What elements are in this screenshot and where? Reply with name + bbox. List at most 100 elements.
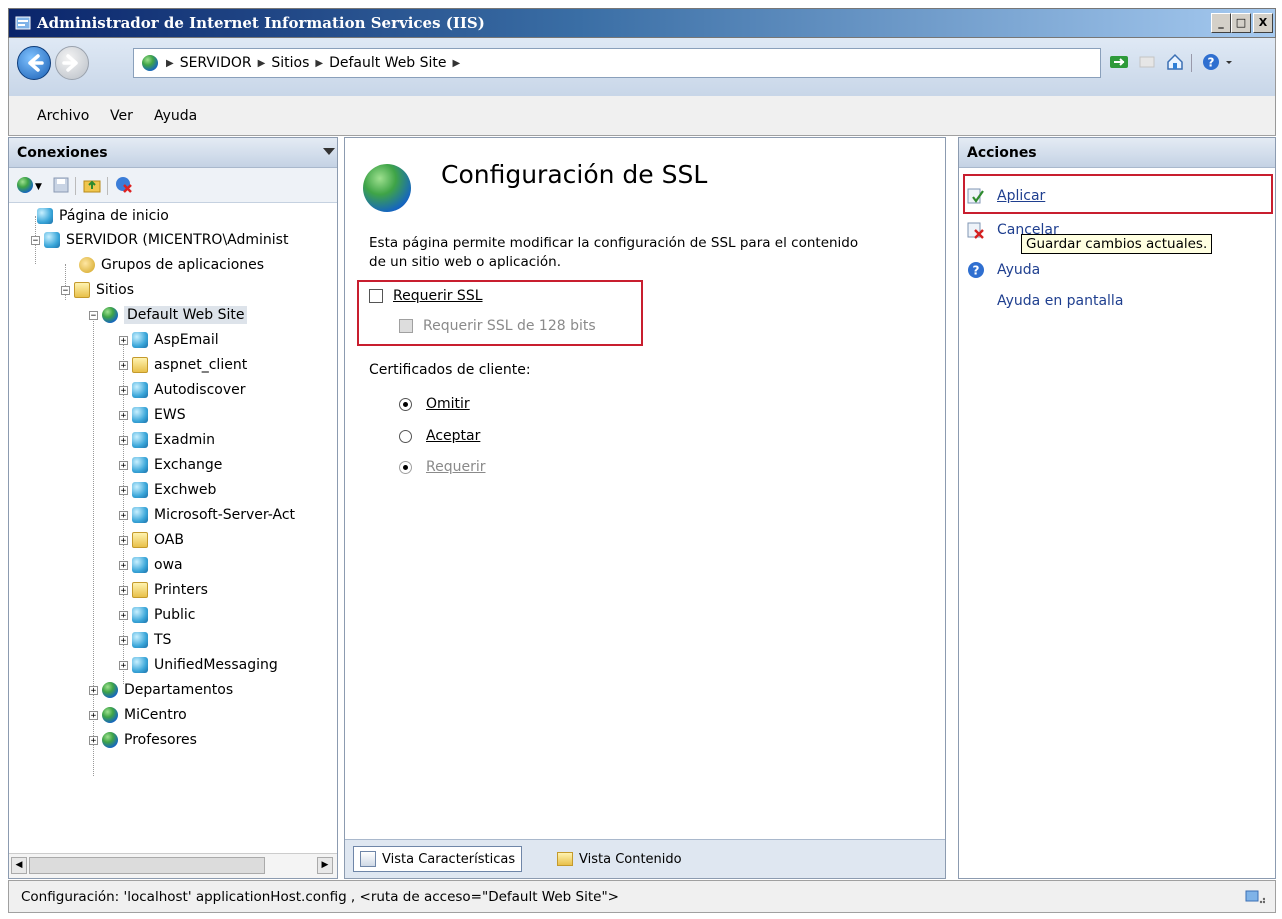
- expand-toggle[interactable]: +: [89, 710, 98, 720]
- tree-label: Public: [154, 607, 196, 623]
- title-bar: Administrador de Internet Information Se…: [8, 8, 1276, 38]
- radio-button[interactable]: [399, 397, 412, 411]
- scroll-right-icon[interactable]: ▶: [317, 857, 333, 874]
- toolbar-divider: [75, 177, 76, 195]
- tree-item-ews[interactable]: + EWS: [119, 404, 186, 426]
- online-help-link[interactable]: Ayuda en pantalla: [997, 293, 1123, 309]
- expand-toggle[interactable]: +: [119, 585, 128, 595]
- expand-toggle[interactable]: +: [119, 610, 128, 620]
- help-link[interactable]: Ayuda: [997, 262, 1040, 278]
- breadcrumb-default-web-site[interactable]: Default Web Site: [329, 55, 446, 71]
- collapse-toggle[interactable]: −: [61, 285, 70, 295]
- menu-ayuda[interactable]: Ayuda: [154, 108, 197, 124]
- expand-toggle[interactable]: +: [119, 335, 128, 345]
- tree-item-ts[interactable]: + TS: [119, 629, 171, 651]
- tree-item-departamentos[interactable]: + Departamentos: [89, 679, 233, 701]
- chevron-right-icon: ▶: [257, 57, 266, 69]
- expand-toggle[interactable]: +: [119, 410, 128, 420]
- radio-button[interactable]: [399, 460, 412, 474]
- forward-button[interactable]: [55, 46, 89, 80]
- tree-item-app-pools[interactable]: Grupos de aplicaciones: [79, 254, 264, 276]
- expand-toggle[interactable]: +: [89, 735, 98, 745]
- maximize-button[interactable]: □: [1231, 13, 1251, 33]
- dropdown-arrow-icon[interactable]: [1223, 52, 1235, 72]
- horizontal-scrollbar[interactable]: ◀ ▶: [9, 853, 337, 878]
- tree-item-microsoft-server-act[interactable]: + Microsoft-Server-Act: [119, 504, 295, 526]
- connect-icon[interactable]: [1109, 52, 1129, 72]
- tree-item-autodiscover[interactable]: + Autodiscover: [119, 379, 246, 401]
- expand-toggle[interactable]: +: [119, 360, 128, 370]
- close-button[interactable]: X: [1253, 13, 1273, 33]
- tree-item-aspemail[interactable]: + AspEmail: [119, 329, 219, 351]
- expand-toggle[interactable]: +: [119, 385, 128, 395]
- minimize-button[interactable]: _: [1211, 13, 1231, 33]
- expand-toggle[interactable]: +: [89, 685, 98, 695]
- collapse-arrow-icon[interactable]: [323, 148, 335, 155]
- tree-item-owa[interactable]: + owa: [119, 554, 183, 576]
- tree-item-printers[interactable]: + Printers: [119, 579, 208, 601]
- expand-toggle[interactable]: +: [119, 460, 128, 470]
- radio-requerir[interactable]: Requerir: [399, 459, 486, 475]
- tree-item-exchange[interactable]: + Exchange: [119, 454, 222, 476]
- tree-item-server[interactable]: − SERVIDOR (MICENTRO\Administ: [31, 229, 288, 251]
- tree-item-exchweb[interactable]: + Exchweb: [119, 479, 216, 501]
- require-ssl-checkbox[interactable]: Requerir SSL: [369, 288, 483, 304]
- radio-aceptar[interactable]: Aceptar: [399, 428, 480, 444]
- delete-connection-icon[interactable]: [115, 176, 133, 194]
- svg-text:?: ?: [1208, 56, 1215, 70]
- tree-item-sitios[interactable]: − Sitios: [61, 279, 134, 301]
- tree-label: Sitios: [96, 282, 135, 298]
- expand-toggle[interactable]: +: [119, 635, 128, 645]
- apply-link[interactable]: Aplicar: [997, 188, 1045, 204]
- tree-item-public[interactable]: + Public: [119, 604, 195, 626]
- tree-item-aspnet-client[interactable]: + aspnet_client: [119, 354, 247, 376]
- tree-item-profesores[interactable]: + Profesores: [89, 729, 197, 751]
- collapse-toggle[interactable]: −: [31, 235, 40, 245]
- tab-content-view[interactable]: Vista Contenido: [551, 846, 688, 872]
- radio-label: Omitir: [426, 396, 470, 412]
- globe-icon: [102, 682, 118, 698]
- expand-toggle[interactable]: +: [119, 485, 128, 495]
- collapse-toggle[interactable]: −: [89, 310, 98, 320]
- tree-item-unifiedmessaging[interactable]: + UnifiedMessaging: [119, 654, 278, 676]
- help-icon[interactable]: ?: [1201, 52, 1221, 72]
- scroll-left-icon[interactable]: ◀: [11, 857, 27, 874]
- status-bar: Configuración: 'localhost' applicationHo…: [8, 880, 1276, 913]
- dropdown-arrow-icon[interactable]: ▼: [35, 182, 42, 192]
- breadcrumb-sitios[interactable]: Sitios: [271, 55, 309, 71]
- expand-toggle[interactable]: +: [119, 510, 128, 520]
- online-help-action[interactable]: Ayuda en pantalla: [997, 289, 1123, 313]
- stop-icon[interactable]: [1137, 52, 1157, 72]
- checkbox-box[interactable]: [369, 289, 383, 303]
- tree-label: OAB: [154, 532, 184, 548]
- up-folder-icon[interactable]: [83, 176, 101, 194]
- address-breadcrumb[interactable]: ▶ SERVIDOR ▶ Sitios ▶ Default Web Site ▶: [133, 48, 1101, 78]
- globe-icon: [142, 55, 158, 71]
- save-icon[interactable]: [53, 177, 69, 193]
- tree-item-exadmin[interactable]: + Exadmin: [119, 429, 215, 451]
- menu-archivo[interactable]: Archivo: [37, 108, 89, 124]
- tree-item-home[interactable]: Página de inicio: [37, 205, 169, 227]
- chevron-right-icon: ▶: [315, 57, 324, 69]
- apply-action[interactable]: Aplicar: [967, 184, 1045, 208]
- radio-omitir[interactable]: Omitir: [399, 396, 470, 412]
- menu-ver[interactable]: Ver: [110, 108, 133, 124]
- require-128bit-checkbox[interactable]: Requerir SSL de 128 bits: [399, 318, 596, 334]
- help-action[interactable]: ? Ayuda: [967, 258, 1040, 282]
- tree-item-default-web-site[interactable]: − Default Web Site: [89, 304, 248, 326]
- tree-item-micentro[interactable]: + MiCentro: [89, 704, 187, 726]
- tree-label: MiCentro: [124, 707, 187, 723]
- back-button[interactable]: [17, 46, 51, 80]
- tab-features-view[interactable]: Vista Características: [353, 846, 523, 872]
- tree-item-oab[interactable]: + OAB: [119, 529, 184, 551]
- radio-button[interactable]: [399, 429, 412, 443]
- expand-toggle[interactable]: +: [119, 660, 128, 670]
- home-icon[interactable]: [1165, 52, 1185, 72]
- breadcrumb-servidor[interactable]: SERVIDOR: [180, 55, 252, 71]
- expand-toggle[interactable]: +: [119, 560, 128, 570]
- expand-toggle[interactable]: +: [119, 435, 128, 445]
- new-connection-icon[interactable]: [17, 177, 33, 193]
- checkbox-box[interactable]: [399, 319, 413, 333]
- expand-toggle[interactable]: +: [119, 535, 128, 545]
- scrollbar-thumb[interactable]: [29, 857, 265, 874]
